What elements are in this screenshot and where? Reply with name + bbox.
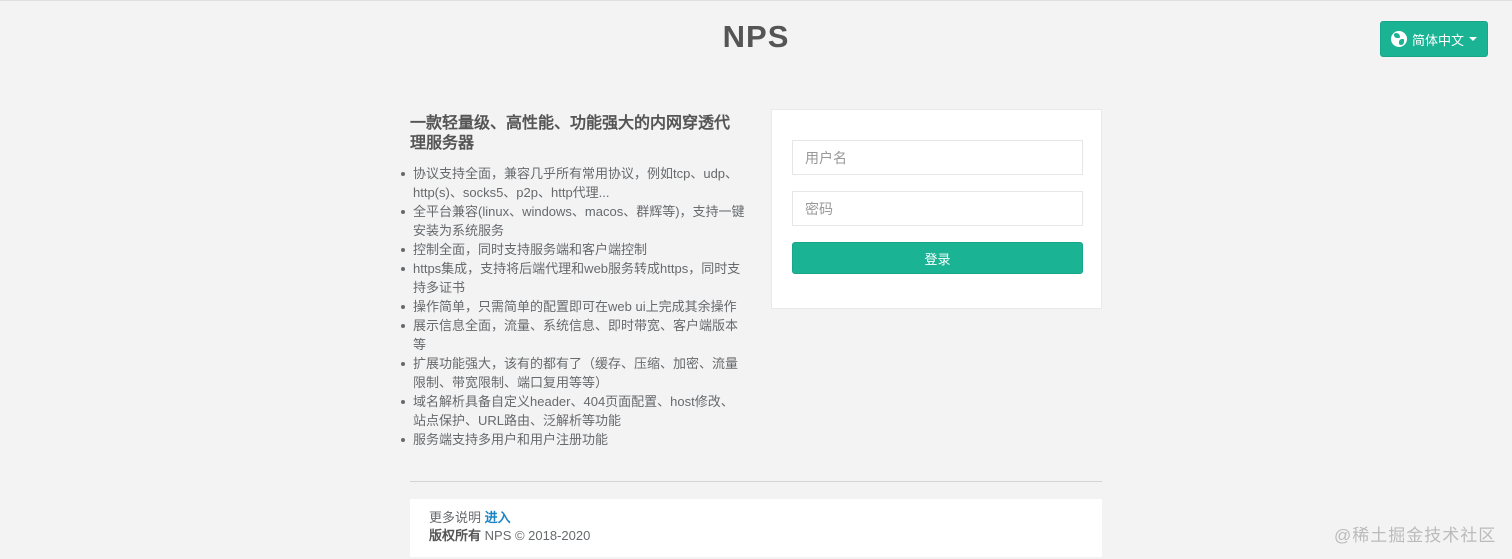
- feature-item: 协议支持全面，兼容几乎所有常用协议，例如tcp、udp、http(s)、sock…: [401, 164, 745, 202]
- footer-copyright-line: 版权所有 NPS © 2018-2020: [429, 527, 1083, 545]
- feature-item: 操作简单，只需简单的配置即可在web ui上完成其余操作: [401, 297, 745, 316]
- feature-item: 全平台兼容(linux、windows、macos、群辉等)，支持一键安装为系统…: [401, 204, 745, 238]
- caret-down-icon: [1469, 37, 1477, 41]
- feature-list: 协议支持全面，兼容几乎所有常用协议，例如tcp、udp、http(s)、sock…: [401, 164, 745, 449]
- feature-item: 扩展功能强大，该有的都有了（缓存、压缩、加密、流量限制、带宽限制、端口复用等等）: [401, 354, 745, 392]
- footer-more-label: 更多说明: [429, 510, 482, 525]
- intro-section: 一款轻量级、高性能、功能强大的内网穿透代理服务器 协议支持全面，兼容几乎所有常用…: [401, 114, 745, 449]
- footer: 更多说明 进入 版权所有 NPS © 2018-2020: [410, 499, 1102, 557]
- footer-more-line: 更多说明 进入: [429, 509, 1083, 527]
- feature-item: 展示信息全面，流量、系统信息、即时带宽、客户端版本等: [401, 316, 745, 354]
- language-label: 简体中文: [1411, 32, 1464, 48]
- feature-item: https集成，支持将后端代理和web服务转成https，同时支持多证书: [401, 259, 745, 297]
- footer-copyright-label: 版权所有: [429, 528, 482, 543]
- footer-copyright-text: NPS © 2018-2020: [484, 528, 591, 543]
- language-dropdown-button[interactable]: 简体中文: [1380, 21, 1488, 57]
- app-logo: NPS: [722, 19, 790, 54]
- divider: [410, 481, 1102, 482]
- feature-item: 域名解析具备自定义header、404页面配置、host修改、站点保护、URL路…: [401, 392, 745, 430]
- globe-icon: [1390, 31, 1407, 47]
- feature-item: 控制全面，同时支持服务端和客户端控制: [401, 240, 745, 259]
- login-form: 用户名 密码 登录: [771, 109, 1102, 309]
- watermark: @稀土掘金技术社区: [1334, 526, 1497, 545]
- password-input[interactable]: 密码: [792, 191, 1083, 226]
- username-input[interactable]: 用户名: [792, 140, 1083, 175]
- intro-title: 一款轻量级、高性能、功能强大的内网穿透代理服务器: [410, 115, 731, 152]
- login-button[interactable]: 登录: [792, 242, 1083, 274]
- footer-more-link[interactable]: 进入: [485, 510, 511, 525]
- feature-item: 服务端支持多用户和用户注册功能: [401, 430, 745, 449]
